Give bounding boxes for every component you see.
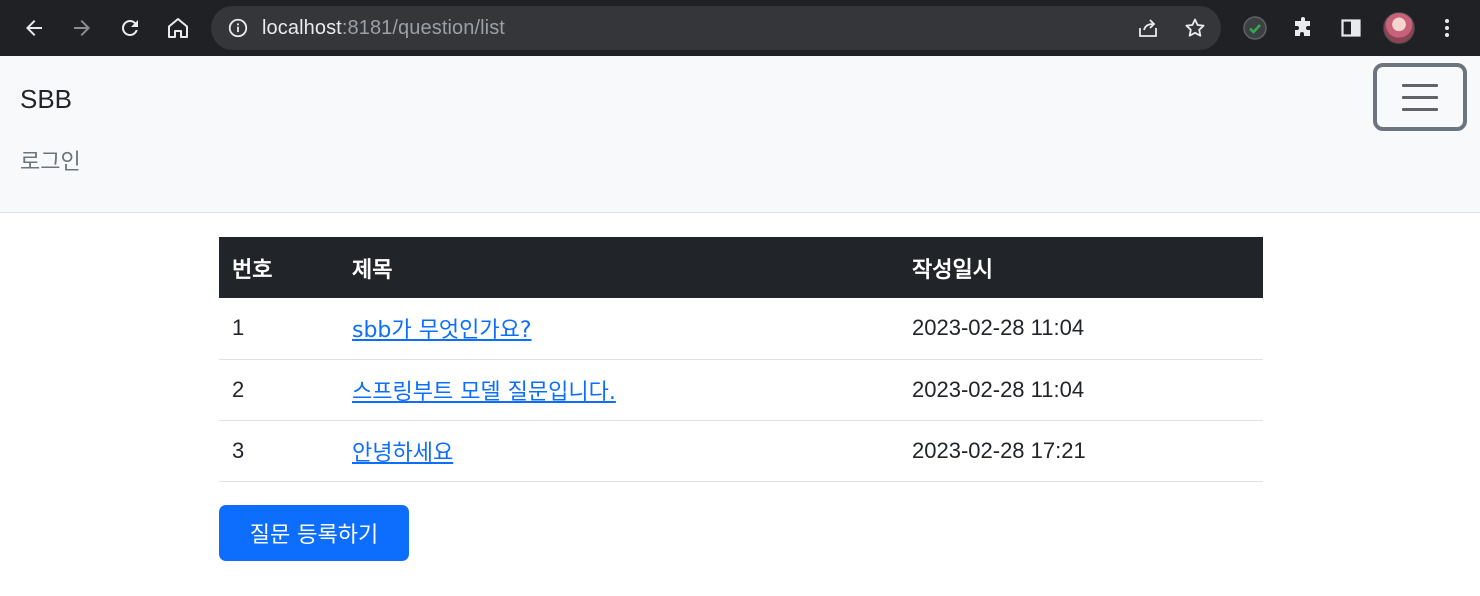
url-path: :8181/question/list [341, 17, 505, 39]
header-subject: 제목 [352, 257, 393, 283]
back-button[interactable] [16, 10, 52, 46]
hamburger-icon [1402, 84, 1438, 87]
row-subject-cell: 스프링부트 모델 질문입니다. [339, 359, 899, 421]
login-link[interactable]: 로그인 [20, 144, 81, 176]
header-number: 번호 [232, 257, 273, 283]
table-row: 2 스프링부트 모델 질문입니다. 2023-02-28 11:04 [219, 359, 1263, 421]
create-question-button[interactable]: 질문 등록하기 [219, 505, 409, 561]
table-header-row: 번호 제목 작성일시 [219, 237, 1263, 298]
hamburger-icon-bar [1402, 108, 1438, 111]
row-subject-cell: sbb가 무엇인가요? [339, 298, 899, 360]
arrow-left-icon [26, 20, 42, 36]
address-bar[interactable]: localhost:8181/question/list [211, 6, 1221, 50]
table-row: 1 sbb가 무엇인가요? 2023-02-28 11:04 [219, 298, 1263, 360]
home-button[interactable] [160, 10, 196, 46]
question-link[interactable]: 안녕하세요 [352, 441, 453, 466]
question-link[interactable]: sbb가 무엇인가요? [352, 318, 532, 343]
row-number: 2 [219, 359, 339, 421]
url-text[interactable]: localhost:8181/question/list [262, 6, 505, 50]
question-table: 번호 제목 작성일시 1 sbb가 무엇인가요? 2023-02-28 11:0… [219, 237, 1263, 482]
row-date: 2023-02-28 11:04 [899, 298, 1263, 360]
info-icon[interactable] [227, 17, 249, 39]
home-icon [168, 18, 188, 38]
browser-menu-button[interactable] [1433, 14, 1461, 42]
profile-avatar[interactable] [1383, 12, 1415, 44]
row-number: 1 [219, 298, 339, 360]
row-number: 3 [219, 420, 339, 482]
row-date: 2023-02-28 17:21 [899, 420, 1263, 482]
row-subject-cell: 안녕하세요 [339, 420, 899, 482]
kebab-menu-icon [1445, 19, 1449, 37]
hamburger-icon-bar [1402, 96, 1438, 99]
reload-button[interactable] [112, 10, 148, 46]
side-panel-icon [1341, 19, 1361, 37]
forward-button[interactable] [64, 10, 100, 46]
share-icon[interactable] [1136, 16, 1160, 40]
url-host: localhost [262, 17, 342, 39]
extension-check-button[interactable] [1241, 14, 1269, 42]
arrow-right-icon [74, 20, 90, 36]
extensions-button[interactable] [1289, 14, 1317, 42]
bookmark-star-icon[interactable] [1183, 16, 1207, 40]
table-row: 3 안녕하세요 2023-02-28 17:21 [219, 420, 1263, 482]
row-date: 2023-02-28 11:04 [899, 359, 1263, 421]
question-list-container: 번호 제목 작성일시 1 sbb가 무엇인가요? 2023-02-28 11:0… [219, 237, 1263, 482]
reload-icon [121, 19, 138, 36]
question-link[interactable]: 스프링부트 모델 질문입니다. [352, 380, 616, 405]
browser-toolbar: localhost:8181/question/list [0, 0, 1480, 56]
site-navbar: SBB 로그인 [0, 56, 1480, 213]
puzzle-icon [1295, 17, 1310, 36]
navbar-toggler-button[interactable] [1373, 63, 1467, 131]
header-date: 작성일시 [912, 257, 993, 283]
side-panel-button[interactable] [1337, 14, 1365, 42]
check-circle-icon [1243, 16, 1267, 40]
navbar-brand[interactable]: SBB [20, 84, 72, 115]
